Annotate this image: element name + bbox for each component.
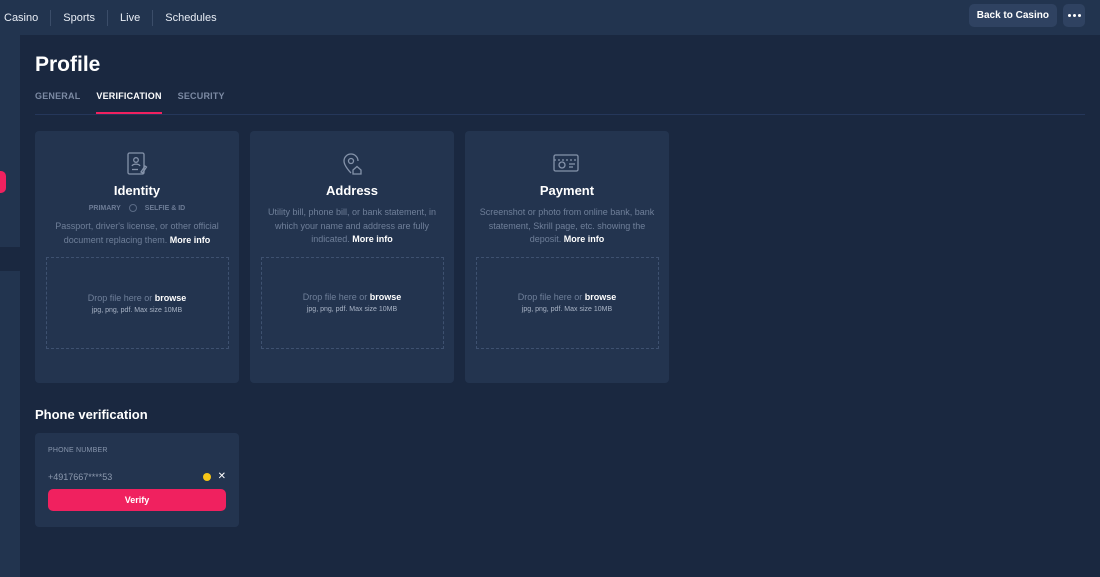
file-format-hint: jpg, png, pdf. Max size 10MB [91, 306, 183, 314]
tab-verification[interactable]: VERIFICATION [96, 86, 162, 114]
verify-button[interactable]: Verify [48, 489, 226, 511]
payment-card: Payment Screenshot or photo from online … [465, 131, 669, 383]
more-dots-icon[interactable] [1063, 4, 1085, 27]
tag-primary: PRIMARY [88, 204, 121, 212]
browse-link[interactable]: browse [585, 292, 617, 302]
card-description: Utility bill, phone bill, or bank statem… [262, 206, 442, 247]
id-document-icon [127, 152, 148, 175]
drop-text: Drop file here or [302, 292, 368, 302]
payment-card-icon [553, 154, 579, 172]
more-info-link[interactable]: More info [170, 235, 211, 245]
identity-card: Identity PRIMARY SELFIE & ID Passport, d… [35, 131, 239, 383]
browse-link[interactable]: browse [370, 292, 402, 302]
drop-text: Drop file here or [87, 292, 153, 303]
nav-sports[interactable]: Sports [50, 9, 107, 26]
browse-link[interactable]: browse [155, 293, 187, 303]
phone-number-label: PHONE NUMBER [48, 447, 108, 454]
identity-tags: PRIMARY SELFIE & ID [89, 204, 185, 212]
profile-tabs: GENERAL VERIFICATION SECURITY [35, 86, 1085, 115]
close-icon[interactable]: ✕ [218, 472, 226, 482]
location-home-icon [343, 153, 362, 175]
sidebar-divider [0, 247, 20, 271]
tab-general[interactable]: GENERAL [35, 86, 80, 114]
top-nav: Casino Sports Live Schedules [0, 0, 229, 35]
payment-dropzone[interactable]: Drop file here or browse jpg, png, pdf. … [475, 256, 659, 349]
identity-dropzone[interactable]: Drop file here or browse jpg, png, pdf. … [45, 257, 229, 349]
file-format-hint: jpg, png, pdf. Max size 10MB [306, 306, 398, 313]
phone-number-field[interactable]: +4917667****53 ✕ [48, 471, 226, 483]
card-title: Address [325, 183, 379, 198]
more-info-link[interactable]: More info [564, 234, 605, 244]
back-to-casino-button[interactable]: Back to Casino [968, 4, 1057, 27]
more-info-link[interactable]: More info [352, 234, 393, 244]
pending-status-icon [202, 473, 211, 481]
drop-text: Drop file here or [517, 292, 583, 302]
nav-casino[interactable]: Casino [0, 10, 50, 26]
tab-security[interactable]: SECURITY [178, 86, 225, 114]
card-description: Passport, driver's license, or other off… [47, 220, 227, 247]
phone-verification-card: PHONE NUMBER +4917667****53 ✕ Verify [35, 433, 239, 527]
main-content: Profile GENERAL VERIFICATION SECURITY Id… [35, 35, 1085, 527]
page-title: Profile [35, 53, 101, 76]
card-title: Identity [113, 183, 161, 198]
nav-live[interactable]: Live [107, 9, 152, 26]
phone-number-value[interactable]: +4917667****53 [48, 472, 203, 482]
address-dropzone[interactable]: Drop file here or browse jpg, png, pdf. … [260, 256, 444, 349]
tag-separator-circle-icon [128, 204, 137, 212]
card-title: Payment [539, 183, 595, 198]
top-bar: Casino Sports Live Schedules Back to Cas… [0, 0, 1100, 35]
phone-verification-title: Phone verification [35, 407, 148, 422]
card-description: Screenshot or photo from online bank, ba… [477, 206, 657, 247]
nav-schedules[interactable]: Schedules [152, 9, 228, 26]
address-card: Address Utility bill, phone bill, or ban… [250, 131, 454, 383]
file-format-hint: jpg, png, pdf. Max size 10MB [521, 306, 613, 313]
verification-cards: Identity PRIMARY SELFIE & ID Passport, d… [35, 131, 1085, 383]
sidebar [0, 35, 20, 577]
tag-selfie-id: SELFIE & ID [144, 204, 186, 212]
sidebar-toggle-tab[interactable] [0, 171, 6, 193]
